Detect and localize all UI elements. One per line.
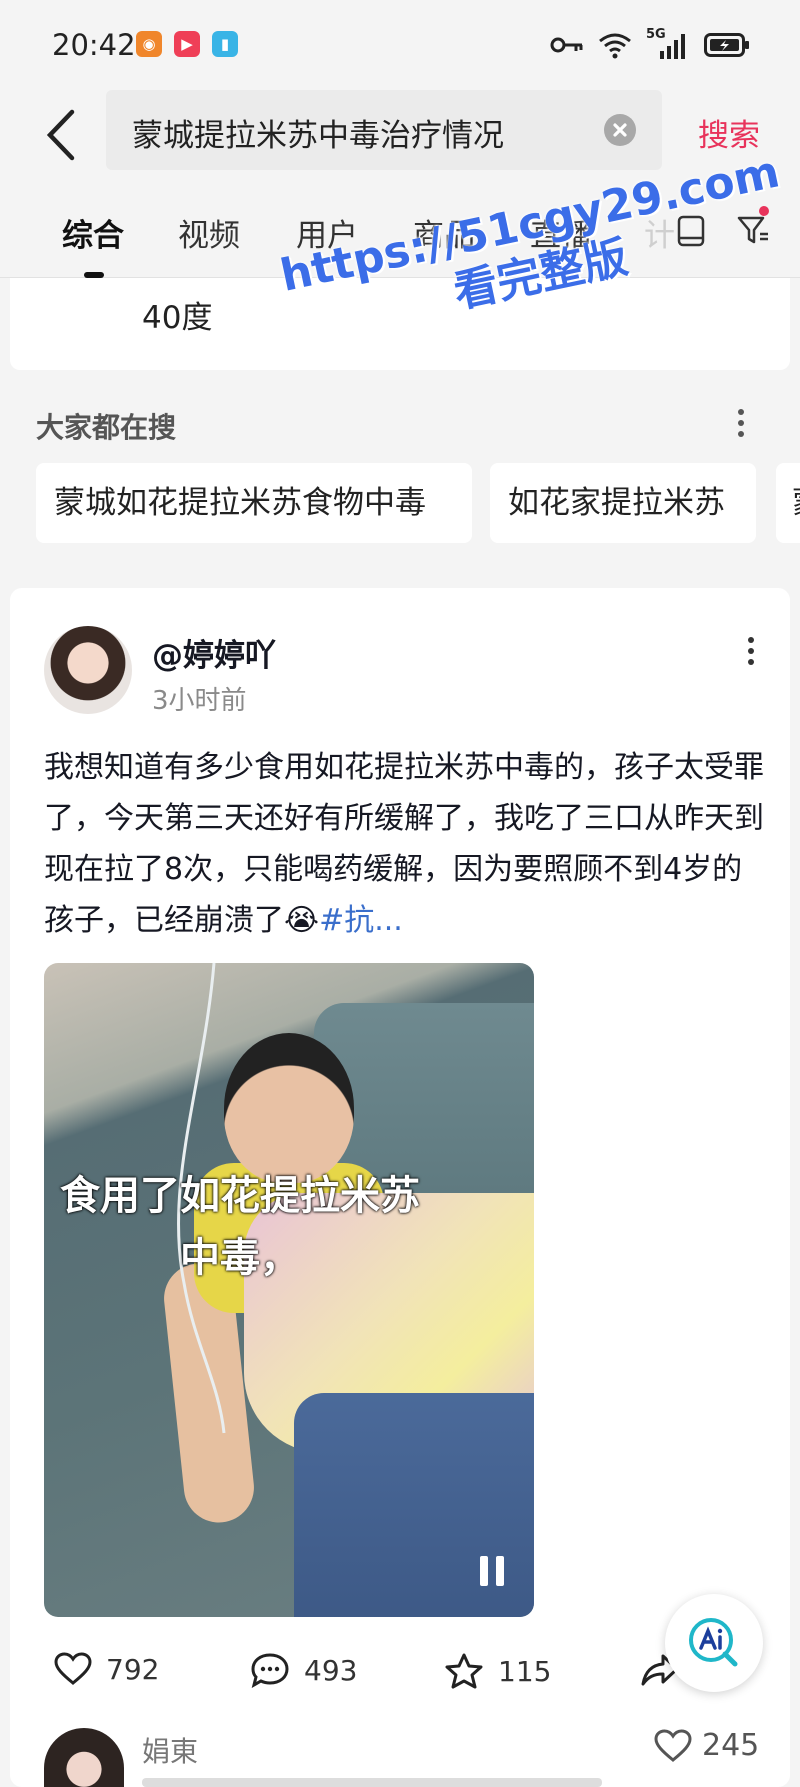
heart-icon (54, 1652, 92, 1685)
pause-icon[interactable] (476, 1553, 508, 1589)
video-app-icon: ▶ (174, 31, 200, 57)
tab-videos[interactable]: 视频 (178, 210, 240, 255)
ai-assistant-button[interactable] (665, 1594, 763, 1692)
previous-result-text: 40度 (142, 300, 213, 336)
filter-icon[interactable] (736, 204, 772, 248)
post-body: 我想知道有多少食用如花提拉米苏中毒的，孩子太受罪了，今天第三天还好有所缓解了，我… (44, 750, 764, 938)
avatar[interactable] (44, 626, 132, 714)
comment-count: 493 (304, 1653, 358, 1687)
video-caption-line1: 食用了如花提拉米苏 (60, 1173, 420, 1219)
comment-avatar[interactable] (44, 1728, 124, 1787)
more-icon[interactable] (744, 636, 758, 666)
star-icon (445, 1653, 483, 1689)
search-input[interactable]: 蒙城提拉米苏中毒治疗情况 (106, 90, 662, 170)
suggestion-chip[interactable]: 如花家提拉米苏 (490, 463, 756, 543)
post-text: 我想知道有多少食用如花提拉米苏中毒的，孩子太受罪了，今天第三天还好有所缓解了，我… (44, 742, 768, 946)
search-query: 蒙城提拉米苏中毒治疗情况 (132, 118, 504, 154)
post-hashtag[interactable]: #抗... (319, 903, 403, 938)
like-count: 792 (106, 1652, 160, 1686)
comment-button[interactable]: 493 (250, 1652, 357, 1688)
key-icon (550, 37, 583, 53)
reader-app-icon: ▮ (212, 31, 238, 57)
comment-icon (251, 1653, 289, 1688)
tab-users[interactable]: 用户 (296, 210, 358, 255)
post-time: 3小时前 (152, 686, 247, 716)
suggestion-chip[interactable]: 蒙 (776, 463, 800, 543)
heart-icon (654, 1728, 692, 1762)
back-icon[interactable] (42, 108, 82, 162)
more-icon[interactable] (734, 408, 748, 438)
clear-icon[interactable] (604, 114, 636, 146)
post-author[interactable]: @婷婷吖 (152, 630, 276, 675)
video-caption-line2: 中毒， (180, 1235, 300, 1281)
status-time: 20:42 (52, 28, 136, 62)
favorite-button[interactable]: 115 (444, 1652, 551, 1690)
tab-comprehensive[interactable]: 综合 (62, 210, 124, 255)
video-caption: 食用了如花提拉米苏 中毒， (44, 1165, 440, 1289)
layout-toggle-icon[interactable] (676, 214, 706, 248)
video-thumbnail[interactable]: 食用了如花提拉米苏 中毒， (44, 963, 534, 1617)
battery-icon (704, 33, 749, 57)
suggestion-chip[interactable]: 蒙城如花提拉米苏食物中毒 (36, 463, 472, 543)
suggestions-title: 大家都在搜 (36, 411, 177, 444)
favorite-count: 115 (498, 1654, 552, 1688)
previous-result-card[interactable]: 40度 (10, 278, 790, 370)
comment-author[interactable]: 娟東 (142, 1730, 198, 1770)
tab-products[interactable]: 商品 (413, 210, 475, 255)
status-icons: 5G (550, 27, 750, 60)
tab-live[interactable]: 直播 (530, 210, 592, 255)
ai-search-icon (689, 1618, 738, 1667)
iv-tube (177, 963, 226, 1434)
search-button[interactable]: 搜索 (698, 110, 760, 155)
comment-text-preview (142, 1778, 602, 1787)
comment-like-count: 245 (702, 1728, 760, 1763)
comment-like-button[interactable]: 245 (654, 1728, 759, 1763)
search-tabs: 综合 视频 用户 商品 直播 计 (0, 200, 800, 278)
taobao-icon: ◉ (136, 31, 162, 57)
tab-more[interactable]: 计 (644, 210, 675, 255)
wifi-icon (599, 33, 631, 59)
status-bar: 20:42 ◉ ▶ ▮ 5G (0, 0, 800, 90)
signal-icon: 5G (646, 27, 690, 59)
search-bar: 蒙城提拉米苏中毒治疗情况 搜索 (0, 90, 800, 180)
like-button[interactable]: 792 (54, 1652, 159, 1686)
